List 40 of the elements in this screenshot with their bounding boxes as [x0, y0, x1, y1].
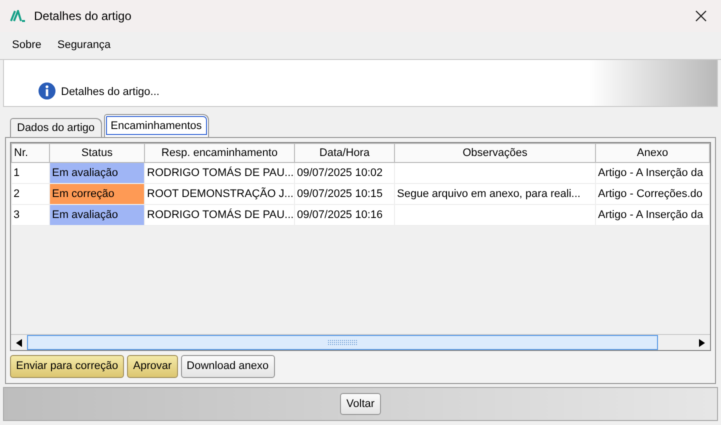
column-header[interactable]: Data/Hora: [294, 144, 394, 162]
table-cell: RODRIGO TOMÁS DE PAU...: [144, 204, 294, 226]
table-cell: 1: [12, 162, 50, 184]
grip-icon: [328, 340, 358, 346]
table-cell: 09/07/2025 10:02: [294, 162, 394, 184]
action-button[interactable]: Download anexo: [180, 355, 275, 378]
close-icon[interactable]: [695, 10, 707, 22]
table-cell: 09/07/2025 10:16: [294, 204, 394, 226]
table-cell: RODRIGO TOMÁS DE PAU...: [144, 162, 294, 184]
action-button[interactable]: Aprovar: [127, 355, 178, 378]
action-button[interactable]: Enviar para correção: [10, 355, 124, 378]
table-cell: Segue arquivo em anexo, para reali...: [394, 184, 596, 204]
column-header[interactable]: Nr.: [12, 144, 50, 162]
column-header[interactable]: Observações: [394, 144, 596, 162]
info-icon: [38, 82, 56, 100]
menu-item[interactable]: Segurança: [51, 35, 117, 56]
table-cell: 3: [12, 204, 50, 226]
menu-item[interactable]: Sobre: [6, 35, 48, 56]
table-cell: Artigo - A Inserção da: [596, 204, 710, 226]
tab[interactable]: Encaminhamentos: [104, 114, 209, 137]
table-cell: Artigo - Correções.do: [596, 184, 710, 204]
status-cell: Em avaliação: [50, 204, 144, 226]
column-header[interactable]: Resp. encaminhamento: [144, 144, 294, 162]
status-cell: Em avaliação: [50, 162, 144, 184]
scrollbar-thumb[interactable]: [27, 335, 658, 350]
scroll-left-icon[interactable]: [16, 338, 22, 346]
tab[interactable]: Dados do artigo: [10, 118, 102, 137]
table-cell: Artigo - A Inserção da: [596, 162, 710, 184]
table-cell: ROOT DEMONSTRAÇÃO J...: [144, 184, 294, 204]
window-title: Detalhes do artigo: [34, 8, 132, 25]
table-cell: 2: [12, 184, 50, 204]
back-button[interactable]: Voltar: [340, 392, 381, 416]
header-text: Detalhes do artigo...: [61, 84, 160, 100]
column-header[interactable]: Anexo: [596, 144, 710, 162]
scroll-right-icon[interactable]: [699, 338, 705, 346]
horizontal-scrollbar[interactable]: [11, 334, 710, 350]
status-cell: Em correção: [50, 184, 144, 204]
table-cell: 09/07/2025 10:15: [294, 184, 394, 204]
column-header[interactable]: Status: [50, 144, 144, 162]
logo-icon: [10, 10, 26, 22]
